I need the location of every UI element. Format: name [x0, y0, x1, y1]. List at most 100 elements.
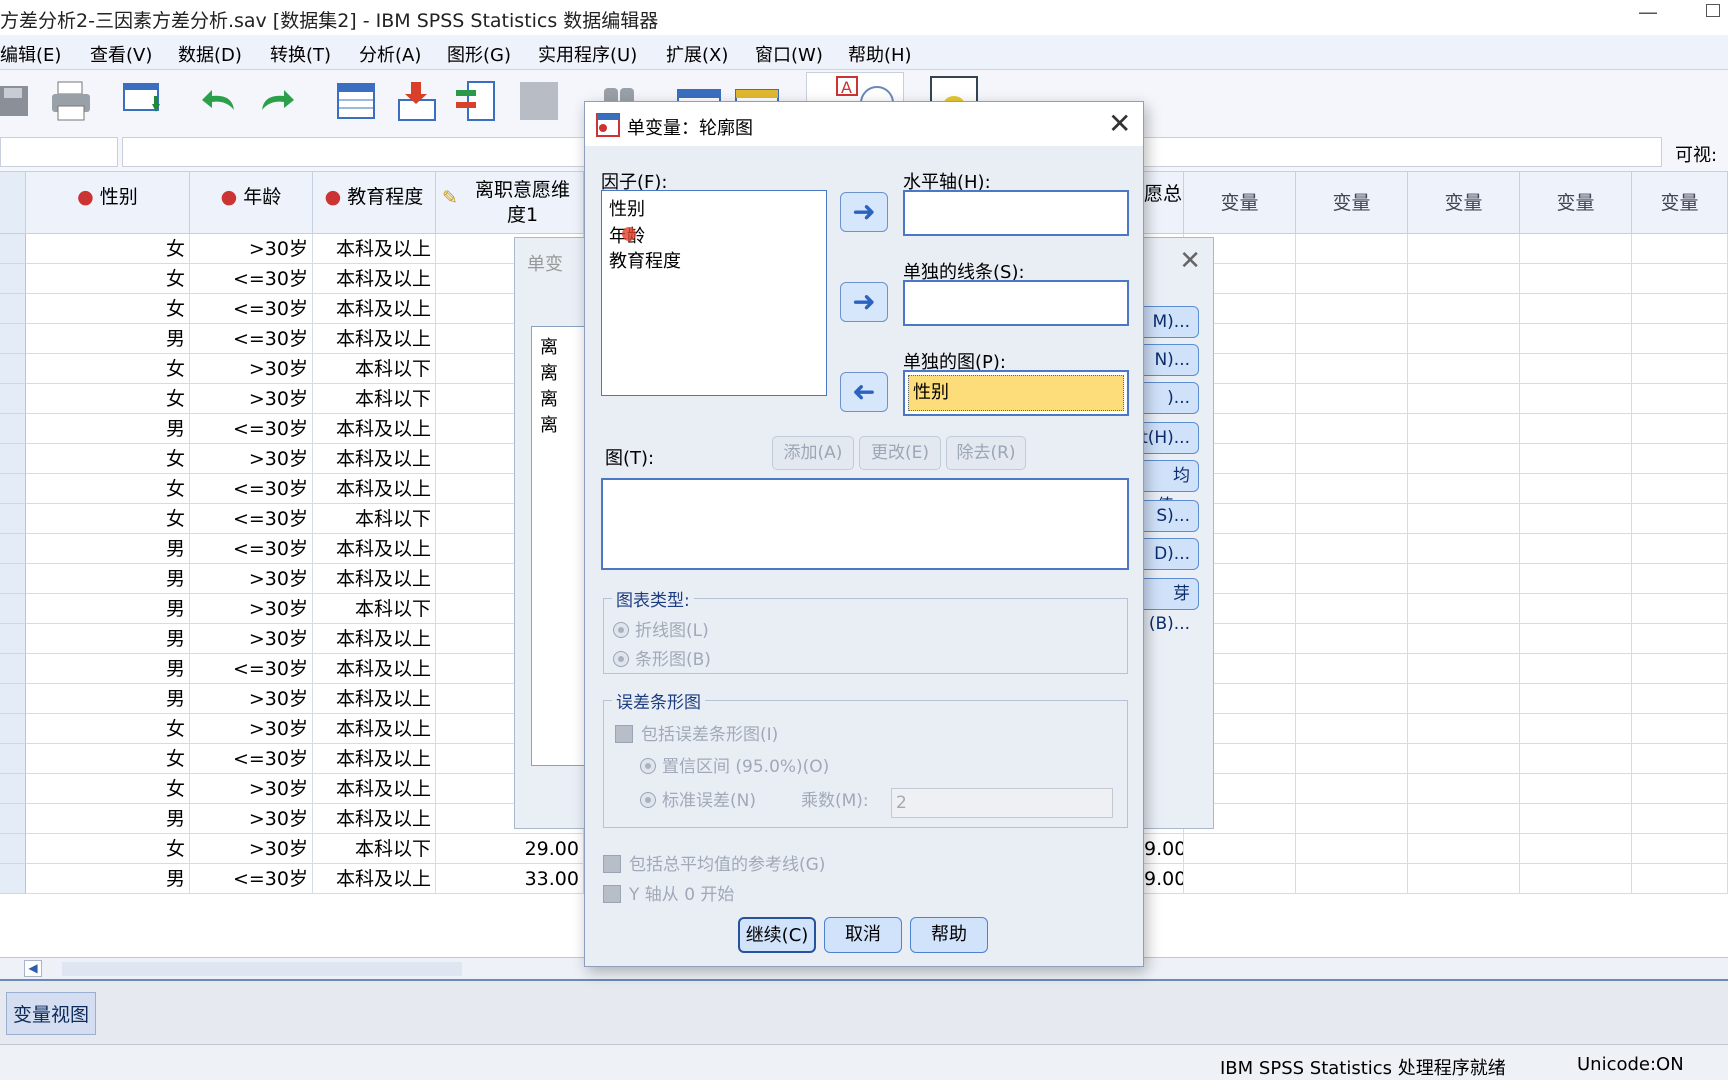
cell-gender[interactable]: 女 [26, 714, 190, 744]
empty-cell[interactable] [1296, 564, 1408, 594]
empty-cell[interactable] [1632, 834, 1728, 864]
options-button[interactable]: D)... [1139, 538, 1199, 570]
empty-cell[interactable] [1520, 744, 1632, 774]
empty-cell[interactable] [1408, 234, 1520, 264]
cell-education[interactable]: 本科以下 [313, 384, 436, 414]
empty-cell[interactable] [1520, 294, 1632, 324]
separate-plots-field[interactable]: 性别 [903, 370, 1129, 416]
empty-cell[interactable] [1632, 504, 1728, 534]
move-from-separate-plots-button[interactable]: ➜ [840, 372, 888, 412]
empty-cell[interactable] [1296, 714, 1408, 744]
empty-cell[interactable] [1632, 744, 1728, 774]
cell-turnover-d1[interactable]: 29.00 [436, 834, 584, 864]
cell-gender[interactable]: 男 [26, 684, 190, 714]
empty-cell[interactable] [1632, 414, 1728, 444]
menu-transform[interactable]: 转换(T) [270, 41, 331, 67]
menu-help[interactable]: 帮助(H) [848, 41, 912, 67]
cell-gender[interactable]: 男 [26, 534, 190, 564]
row-header[interactable] [0, 324, 26, 354]
menu-graphs[interactable]: 图形(G) [447, 41, 511, 67]
cell-gender[interactable]: 男 [26, 594, 190, 624]
contrasts-button[interactable]: N)... [1139, 344, 1199, 376]
row-header[interactable] [0, 504, 26, 534]
empty-cell[interactable] [1520, 654, 1632, 684]
row-header[interactable] [0, 714, 26, 744]
empty-cell[interactable] [1408, 684, 1520, 714]
list-item[interactable]: 离 [540, 333, 558, 359]
empty-cell[interactable] [1408, 834, 1520, 864]
row-header[interactable] [0, 684, 26, 714]
cell-age[interactable]: >30岁 [190, 624, 313, 654]
column-header-education[interactable]: ● 教育程度 [313, 172, 436, 234]
empty-cell[interactable] [1408, 444, 1520, 474]
cell-education[interactable]: 本科及以上 [313, 564, 436, 594]
empty-cell[interactable] [1296, 294, 1408, 324]
confidence-interval-radio[interactable]: 置信区间 (95.0%)(O) [640, 752, 829, 777]
empty-cell[interactable] [1408, 564, 1520, 594]
post-hoc-button[interactable]: t(H)... [1139, 422, 1199, 454]
cell-education[interactable]: 本科及以上 [313, 234, 436, 264]
em-means-button[interactable]: 均值... [1139, 460, 1199, 516]
column-header-var[interactable]: 变量 [1632, 172, 1728, 234]
cell-education[interactable]: 本科及以上 [313, 684, 436, 714]
reference-line-checkbox[interactable]: 包括总平均值的参考线(G) [603, 850, 825, 875]
empty-cell[interactable] [1408, 384, 1520, 414]
cell-gender[interactable]: 女 [26, 504, 190, 534]
empty-cell[interactable] [1520, 324, 1632, 354]
cell-age[interactable]: >30岁 [190, 594, 313, 624]
row-header[interactable] [0, 234, 26, 264]
cell-gender[interactable]: 女 [26, 354, 190, 384]
cell-age[interactable]: >30岁 [190, 804, 313, 834]
empty-cell[interactable] [1520, 234, 1632, 264]
empty-cell[interactable] [1520, 444, 1632, 474]
empty-cell[interactable] [1296, 744, 1408, 774]
help-button[interactable]: 帮助 [910, 917, 988, 953]
cell-age[interactable]: <=30岁 [190, 864, 313, 894]
change-button[interactable]: 更改(E) [859, 436, 941, 470]
cell-age[interactable]: <=30岁 [190, 414, 313, 444]
horizontal-axis-field[interactable] [903, 190, 1129, 236]
empty-cell[interactable] [1296, 774, 1408, 804]
menu-utilities[interactable]: 实用程序(U) [538, 41, 637, 67]
cell-gender[interactable]: 女 [26, 474, 190, 504]
cell-turnover-d1[interactable]: 33.00 [436, 864, 584, 894]
row-header[interactable] [0, 264, 26, 294]
cell-education[interactable]: 本科及以上 [313, 294, 436, 324]
row-header[interactable] [0, 594, 26, 624]
row-header[interactable] [0, 744, 26, 774]
empty-cell[interactable] [1408, 324, 1520, 354]
close-icon[interactable]: ✕ [1108, 107, 1131, 140]
row-header[interactable] [0, 654, 26, 684]
cell-age[interactable]: >30岁 [190, 684, 313, 714]
empty-cell[interactable] [1632, 354, 1728, 384]
cell-gender[interactable]: 男 [26, 624, 190, 654]
move-to-separate-lines-button[interactable]: ➜ [840, 282, 888, 322]
cell-gender[interactable]: 男 [26, 414, 190, 444]
list-item[interactable]: 离 [540, 411, 558, 437]
empty-cell[interactable] [1184, 834, 1296, 864]
empty-cell[interactable] [1408, 624, 1520, 654]
empty-cell[interactable] [1408, 294, 1520, 324]
cell-age[interactable]: >30岁 [190, 834, 313, 864]
cell-age[interactable]: <=30岁 [190, 504, 313, 534]
empty-cell[interactable] [1632, 534, 1728, 564]
plots-list[interactable] [601, 478, 1129, 570]
redo-icon[interactable] [258, 80, 302, 122]
column-header-var[interactable]: 变量 [1408, 172, 1520, 234]
save-icon[interactable] [0, 80, 44, 122]
y-axis-from-zero-checkbox[interactable]: Y 轴从 0 开始 [603, 880, 734, 905]
row-header[interactable] [0, 864, 26, 894]
empty-cell[interactable] [1296, 534, 1408, 564]
bootstrap-button[interactable]: 芽(B)... [1139, 578, 1199, 634]
empty-cell[interactable] [1520, 264, 1632, 294]
goto-case-icon[interactable] [334, 80, 378, 122]
row-header[interactable] [0, 354, 26, 384]
empty-cell[interactable] [1632, 654, 1728, 684]
print-icon[interactable] [50, 80, 94, 122]
recall-dialog-icon[interactable] [122, 80, 166, 122]
empty-cell[interactable] [1296, 654, 1408, 684]
cell-age[interactable]: >30岁 [190, 774, 313, 804]
cell-gender[interactable]: 男 [26, 654, 190, 684]
cell-education[interactable]: 本科及以上 [313, 864, 436, 894]
empty-cell[interactable] [1408, 534, 1520, 564]
